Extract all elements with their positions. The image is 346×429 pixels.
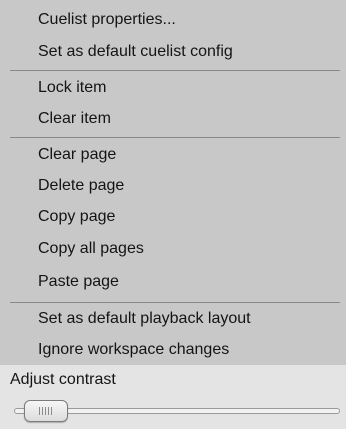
context-menu: Cuelist properties... Set as default cue…	[0, 0, 346, 429]
menu-item-label: Paste page	[38, 273, 119, 290]
menu-item-label: Ignore workspace changes	[38, 341, 230, 358]
contrast-panel: Adjust contrast	[0, 365, 346, 429]
menu-item-set-default-playback-layout[interactable]: Set as default playback layout	[0, 303, 346, 335]
menu-item-label: Set as default cuelist config	[38, 43, 233, 60]
menu-item-label: Lock item	[38, 79, 107, 96]
contrast-label: Adjust contrast	[10, 371, 116, 388]
menu-item-label: Clear item	[38, 110, 111, 127]
menu-item-label: Copy all pages	[38, 240, 144, 257]
menu-item-delete-page[interactable]: Delete page	[0, 170, 346, 202]
grip-line	[51, 407, 52, 415]
grip-line	[45, 407, 46, 415]
contrast-slider-thumb[interactable]	[24, 400, 68, 422]
menu-item-lock-item[interactable]: Lock item	[0, 72, 346, 104]
menu-item-cuelist-properties[interactable]: Cuelist properties...	[0, 4, 346, 36]
grip-line	[39, 407, 40, 415]
menu-item-clear-item[interactable]: Clear item	[0, 103, 346, 135]
menu-item-label: Cuelist properties...	[38, 11, 176, 28]
menu-item-copy-all-pages[interactable]: Copy all pages	[0, 233, 346, 265]
menu-item-label: Clear page	[38, 146, 117, 163]
menu-item-label: Delete page	[38, 177, 125, 194]
grip-line	[48, 407, 49, 415]
menu-item-set-default-cuelist-config[interactable]: Set as default cuelist config	[0, 36, 346, 68]
menu-item-copy-page[interactable]: Copy page	[0, 201, 346, 233]
menu-item-label: Set as default playback layout	[38, 310, 251, 327]
menu-item-label: Copy page	[38, 208, 116, 225]
menu-item-clear-page[interactable]: Clear page	[0, 139, 346, 171]
menu-item-ignore-workspace-changes[interactable]: Ignore workspace changes	[0, 334, 346, 366]
menu-separator	[10, 70, 340, 71]
menu-separator	[10, 137, 340, 138]
grip-line	[42, 407, 43, 415]
menu-item-paste-page[interactable]: Paste page	[0, 266, 346, 298]
